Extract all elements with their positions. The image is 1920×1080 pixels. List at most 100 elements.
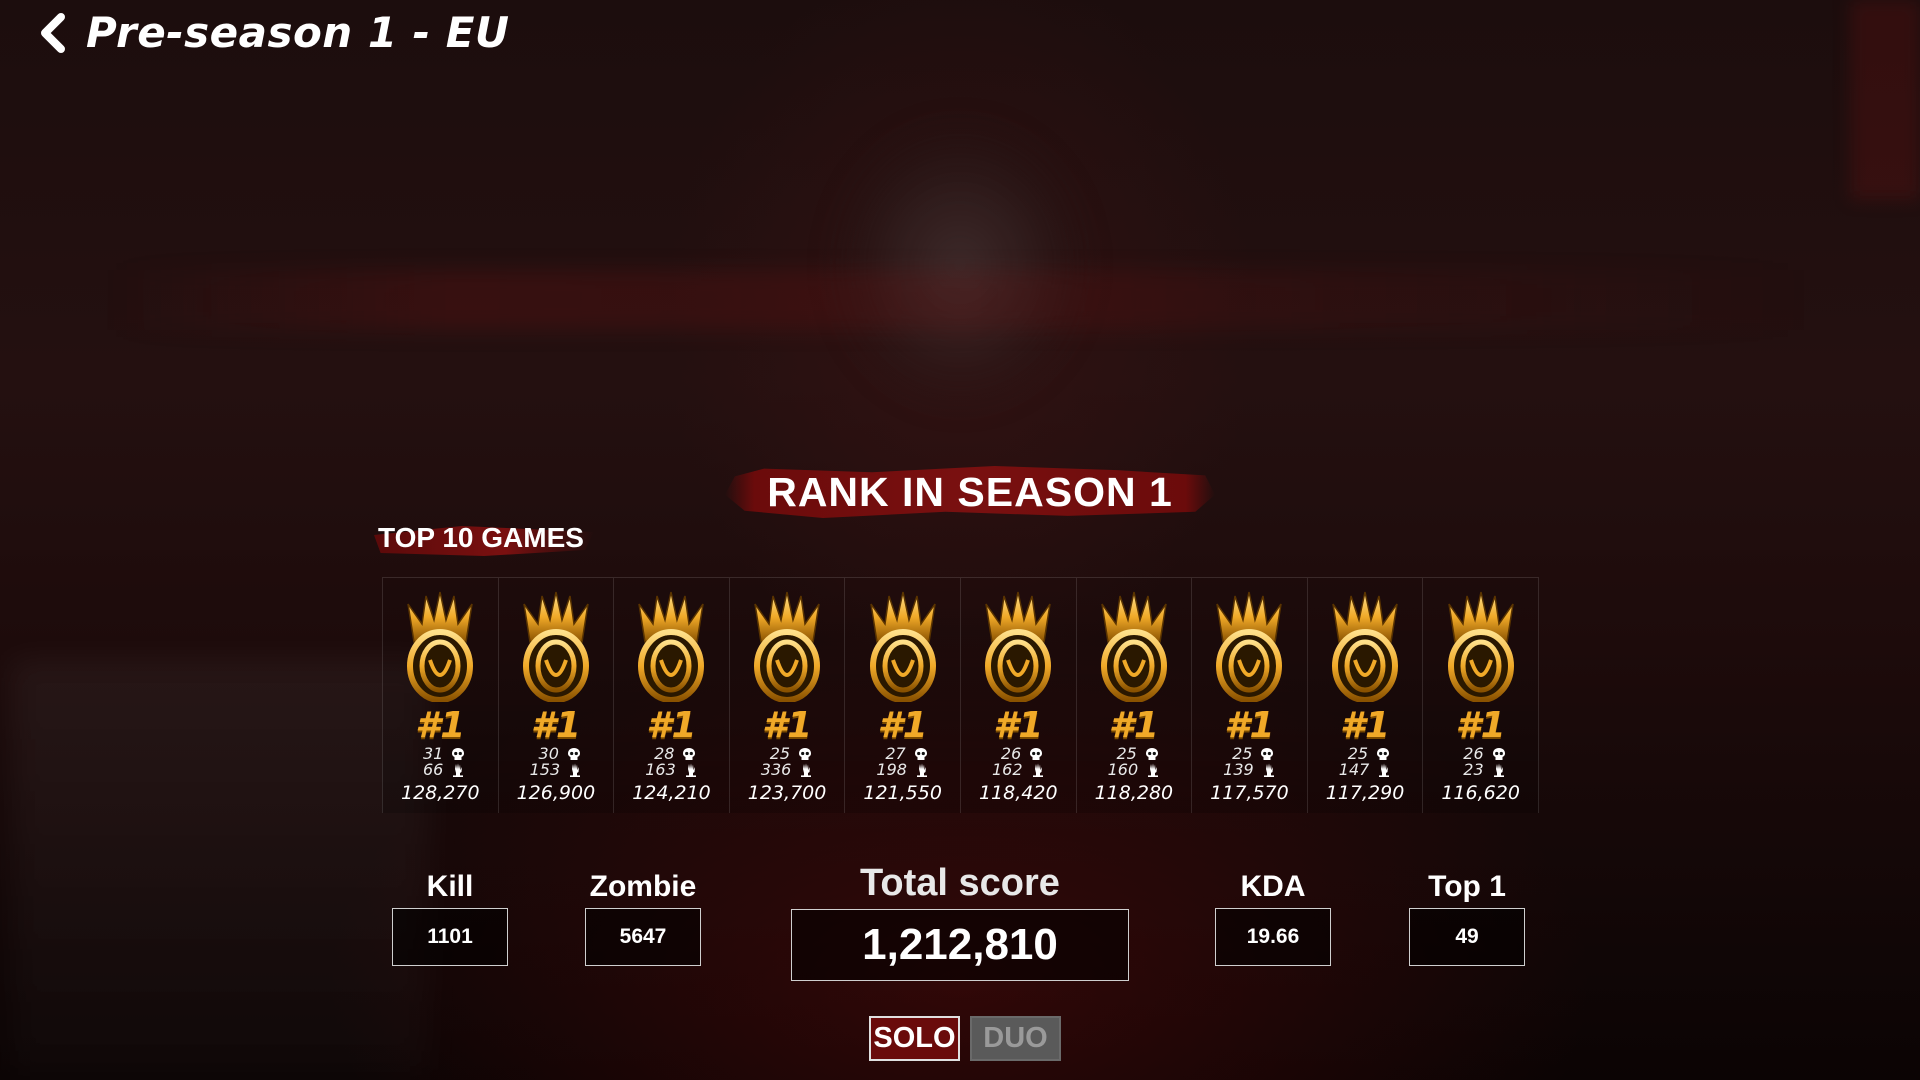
game-zombies-row: 162: [992, 762, 1045, 778]
crown-rank-icon: [869, 591, 936, 702]
game-zombies-row: 147: [1339, 762, 1392, 778]
game-placement: #1: [762, 705, 813, 746]
background-right-panel: [1850, 0, 1920, 200]
game-zombies: 66: [422, 760, 444, 779]
game-zombies: 153: [529, 760, 561, 779]
crown-rank-icon: [1216, 591, 1283, 702]
stat-top1-label: Top 1: [1428, 870, 1506, 903]
game-score: 123,700: [747, 782, 827, 804]
game-score: 118,420: [978, 782, 1058, 804]
background-blurred-menu: [10, 660, 430, 1080]
crown-rank-icon: [1100, 591, 1167, 702]
game-zombies-row: 336: [761, 762, 814, 778]
background-red-glow: [110, 270, 1810, 330]
stat-kill: Kill 1101: [392, 870, 508, 966]
skull-icon: [567, 748, 580, 760]
top-games-heading: TOP 10 GAMES: [374, 516, 594, 560]
game-score: 121,550: [863, 782, 942, 804]
rank-banner-label: RANK IN SEASON 1: [767, 468, 1173, 515]
game-placement: #1: [1108, 705, 1159, 746]
game-placement: #1: [415, 705, 466, 746]
top-games-list: #1 31 66 128,270 #1 30 153 126,900 #1 28 163 124,21…: [382, 577, 1539, 813]
game-card: #1 27 198 121,550: [844, 578, 960, 813]
stat-zombie: Zombie 5647: [585, 870, 701, 966]
skull-icon: [452, 748, 465, 760]
zombie-hand-icon: [801, 763, 812, 777]
zombie-hand-icon: [1263, 763, 1274, 777]
game-placement: #1: [1339, 705, 1391, 746]
skull-icon: [1030, 748, 1043, 760]
top-games-label: TOP 10 GAMES: [378, 522, 584, 553]
zombie-hand-icon: [916, 763, 927, 777]
stat-zombie-label: Zombie: [589, 870, 697, 903]
stat-top1: Top 1 49: [1409, 870, 1525, 966]
stat-total-score: Total score 1,212,810: [791, 862, 1129, 981]
game-zombies-row: 163: [645, 762, 698, 778]
skull-icon: [1145, 748, 1158, 760]
crown-rank-icon: [407, 591, 474, 702]
game-zombies: 336: [760, 760, 792, 779]
total-score-value: 1,212,810: [791, 909, 1129, 981]
stat-kda-label: KDA: [1240, 870, 1306, 903]
skull-icon: [1377, 748, 1390, 760]
game-placement: #1: [877, 705, 928, 746]
game-card: #1 30 153 126,900: [497, 578, 614, 813]
duo-button[interactable]: DUO: [970, 1016, 1061, 1061]
game-card: #1 26 162 118,420: [959, 578, 1076, 813]
game-zombies-row: 139: [1223, 762, 1276, 778]
skull-icon: [683, 748, 696, 760]
mode-toggle: SOLO DUO: [869, 1016, 1061, 1061]
game-card: #1 25 139 117,570: [1191, 578, 1307, 813]
game-zombies: 147: [1338, 760, 1370, 779]
stat-kill-value: 1101: [392, 908, 508, 966]
game-score: 118,280: [1094, 782, 1174, 804]
background-emblem: [830, 120, 1090, 410]
game-zombies: 160: [1107, 760, 1139, 779]
zombie-hand-icon: [685, 763, 696, 777]
stat-kill-label: Kill: [426, 870, 474, 903]
game-placement: #1: [646, 705, 697, 746]
zombie-hand-icon: [1148, 763, 1159, 777]
total-score-label: Total score: [860, 862, 1060, 904]
stat-top1-value: 49: [1409, 908, 1525, 966]
skull-icon: [914, 748, 927, 760]
game-score: 116,620: [1441, 782, 1520, 804]
game-card: #1 26 23 116,620: [1422, 578, 1539, 813]
zombie-hand-icon: [570, 763, 581, 777]
game-score: 117,290: [1325, 782, 1405, 804]
game-placement: #1: [1224, 705, 1275, 746]
game-zombies-row: 66: [415, 762, 465, 778]
game-zombies-row: 198: [876, 762, 929, 778]
header: Pre-season 1 - EU: [34, 8, 510, 57]
zombie-hand-icon: [1379, 763, 1390, 777]
game-score: 126,900: [516, 782, 596, 804]
chevron-left-icon: [41, 12, 65, 53]
game-card: #1 25 336 123,700: [728, 578, 845, 813]
game-zombies: 162: [991, 760, 1023, 779]
crown-rank-icon: [985, 591, 1052, 702]
zombie-hand-icon: [1032, 763, 1043, 777]
back-button[interactable]: [34, 9, 70, 57]
game-zombies: 198: [876, 760, 907, 779]
crown-rank-icon: [638, 591, 705, 702]
game-card: #1 31 66 128,270: [382, 578, 498, 813]
game-card: #1 25 160 118,280: [1075, 578, 1192, 813]
solo-button[interactable]: SOLO: [869, 1016, 960, 1061]
game-placement: #1: [1455, 705, 1506, 746]
skull-icon: [1492, 748, 1505, 760]
game-score: 117,570: [1210, 782, 1289, 804]
game-card: #1 28 163 124,210: [613, 578, 729, 813]
game-placement: #1: [530, 705, 581, 746]
game-placement: #1: [993, 705, 1044, 746]
zombie-hand-icon: [1493, 763, 1504, 777]
game-zombies: 139: [1223, 760, 1254, 779]
stat-zombie-value: 5647: [585, 908, 701, 966]
crown-rank-icon: [1447, 591, 1514, 702]
game-zombies-row: 160: [1108, 762, 1161, 778]
game-zombies: 163: [645, 760, 676, 779]
crown-rank-icon: [754, 591, 821, 702]
game-zombies: 23: [1463, 760, 1484, 779]
rank-banner: RANK IN SEASON 1: [725, 462, 1215, 522]
game-zombies-row: 153: [530, 762, 583, 778]
game-zombies-row: 23: [1456, 762, 1506, 778]
